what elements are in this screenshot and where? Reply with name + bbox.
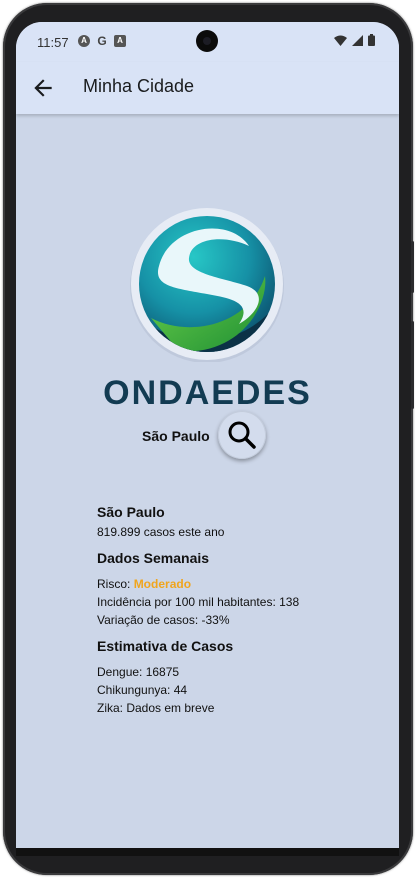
app-bar: Minha Cidade xyxy=(16,62,399,114)
search-icon xyxy=(228,421,256,449)
estimates-heading: Estimativa de Casos xyxy=(97,638,234,654)
status-right-icons xyxy=(334,34,375,46)
bottom-bezel xyxy=(16,848,399,856)
status-time: 11:57 xyxy=(37,35,69,50)
summary-city: São Paulo xyxy=(97,504,165,520)
variation-text: Variação de casos: -33% xyxy=(97,613,230,627)
volume-button xyxy=(411,321,414,409)
risk-value: Moderado xyxy=(133,577,192,591)
screen: 11:57 A G A Minha Cidade ONDAEDES São Pa… xyxy=(16,22,399,848)
selected-city: São Paulo xyxy=(142,428,210,444)
weekly-heading: Dados Semanais xyxy=(97,550,210,566)
dengue-estimate: Dengue: 16875 xyxy=(97,665,180,679)
wifi-icon xyxy=(334,35,347,46)
incidence-text: Incidência por 100 mil habitantes: 138 xyxy=(97,595,300,609)
power-button xyxy=(411,241,414,293)
notification-app-icon: A xyxy=(78,35,90,47)
google-icon: G xyxy=(97,34,107,48)
battery-icon xyxy=(368,34,375,46)
summary-cases: 819.899 casos este ano xyxy=(97,525,225,539)
back-arrow-icon[interactable] xyxy=(30,75,56,101)
search-button[interactable] xyxy=(218,411,266,459)
signal-icon xyxy=(352,34,363,46)
status-bar: 11:57 A G A xyxy=(16,22,399,62)
notification-app-icon: A xyxy=(114,35,126,47)
front-camera xyxy=(196,30,218,52)
chikungunya-estimate: Chikungunya: 44 xyxy=(97,683,188,697)
risk-label: Risco: xyxy=(97,577,134,591)
zika-estimate: Zika: Dados em breve xyxy=(97,701,215,715)
brand-name: ONDAEDES xyxy=(103,374,312,412)
notification-icons: A G A xyxy=(78,35,126,47)
ondaedes-logo-icon xyxy=(130,208,284,362)
risk-line: Risco: Moderado xyxy=(97,577,191,591)
page-title: Minha Cidade xyxy=(83,76,195,96)
